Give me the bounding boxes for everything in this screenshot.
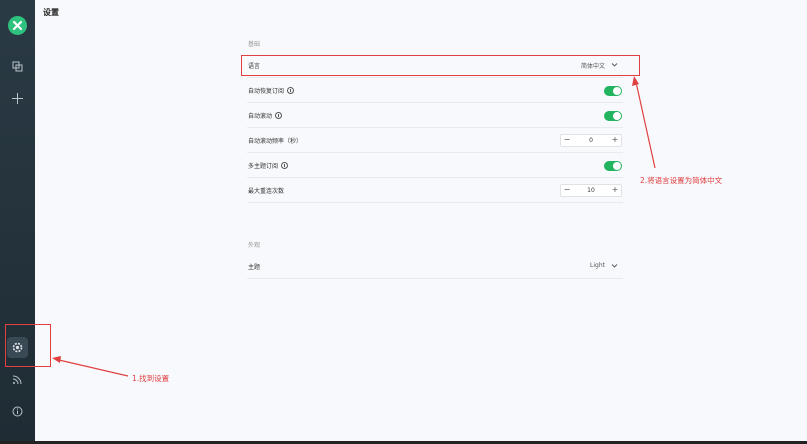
arrow-head-settings — [52, 356, 61, 363]
arrow-head-language — [632, 76, 639, 86]
annotation-step1: 1.找到设置 — [132, 374, 170, 383]
arrow-to-language — [635, 81, 656, 169]
annotation-arrows — [52, 76, 656, 377]
annotation-step2: 2.将语言设置为简体中文 — [640, 176, 723, 185]
arrow-to-settings — [58, 359, 129, 377]
